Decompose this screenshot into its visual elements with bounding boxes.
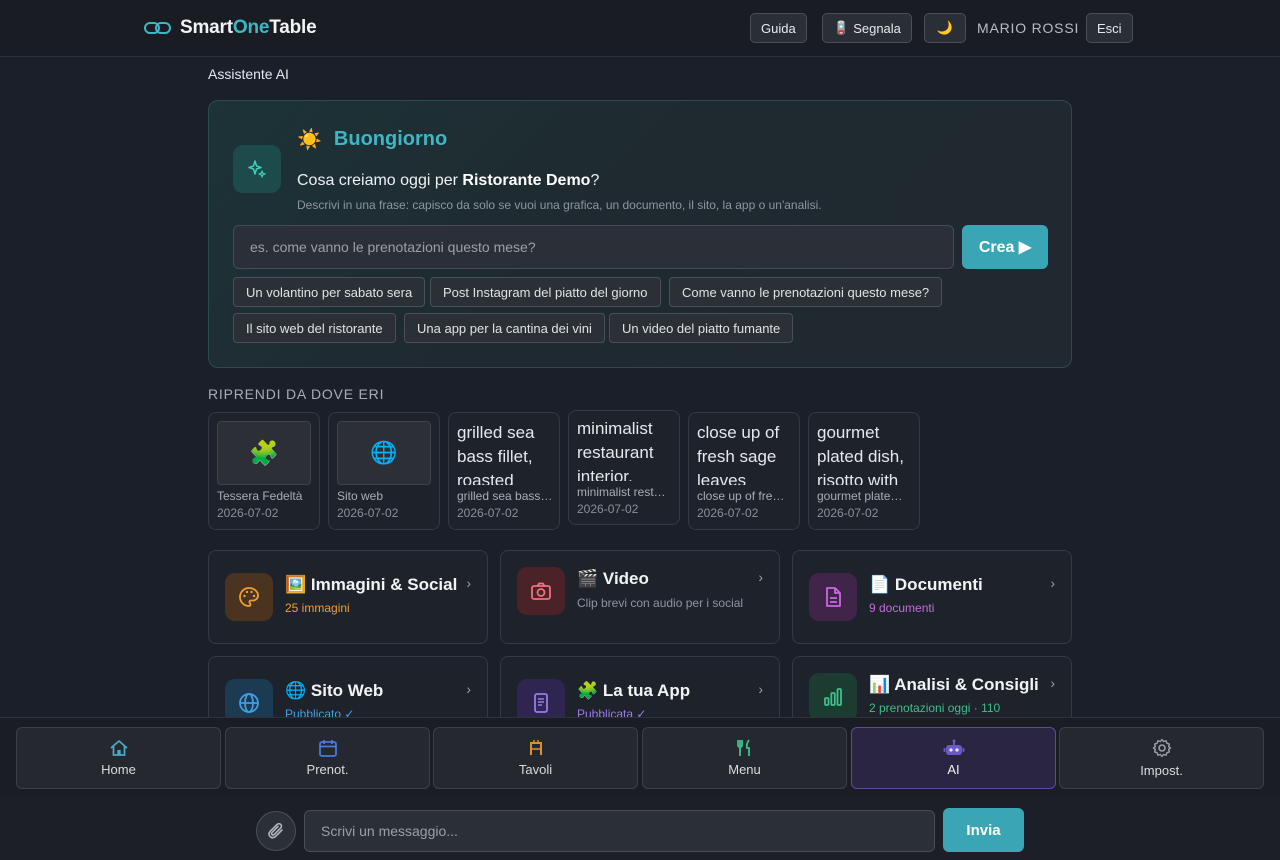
greeting-title: Buongiorno (333, 128, 448, 150)
broken-image-thumbnail: grilled sea bass fillet, roasted (457, 423, 535, 485)
chevron-right-icon: › (466, 681, 471, 697)
create-button[interactable]: Crea ▶ (962, 225, 1048, 269)
chevron-right-icon: › (1050, 575, 1055, 591)
recent-item[interactable]: gourmet plated dish, risotto with gourme… (808, 412, 920, 530)
recent-item[interactable]: minimalist restaurant interior, sage min… (568, 410, 680, 525)
brand-logo-icon (144, 22, 171, 34)
recent-item[interactable]: close up of fresh sage leaves close up o… (688, 412, 800, 530)
globe-icon: 🌐 (337, 421, 431, 485)
chat-message-input[interactable] (304, 810, 935, 852)
sun-icon: ☀️ (297, 129, 322, 151)
suggestion-chip[interactable]: Il sito web del ristorante (233, 313, 396, 343)
nav-bookings[interactable]: Prenot. (225, 727, 430, 789)
nav-menu[interactable]: Menu (642, 727, 847, 789)
nav-home[interactable]: Home (16, 727, 221, 789)
chevron-right-icon: › (1050, 675, 1055, 691)
ai-create-panel: ☀️ Buongiorno Cosa creiamo oggi per Rist… (208, 100, 1072, 368)
category-title: 🧩 La tua App (577, 681, 691, 700)
sparkle-icon (233, 145, 281, 193)
chat-bar: Invia (0, 798, 1280, 860)
category-card-images[interactable]: 🖼️ Immagini & Social 25 immagini › (208, 550, 488, 644)
moon-icon: 🌙 (936, 20, 954, 35)
nav-tables[interactable]: Tavoli (433, 727, 638, 789)
report-icon: 🪫 (833, 20, 850, 35)
broken-image-thumbnail: minimalist restaurant interior, sage (577, 419, 654, 481)
nav-ai[interactable]: AI (851, 727, 1056, 789)
hero-question: Cosa creiamo oggi per Ristorante Demo? (297, 172, 600, 189)
bottom-navigation: Home Prenot. Tavoli Menu AI Impost. (0, 717, 1280, 797)
recent-item[interactable]: grilled sea bass fillet, roasted grilled… (448, 412, 560, 530)
recent-item[interactable]: 🌐 Sito web 2026-07-02 (328, 412, 440, 530)
restaurant-name: Ristorante Demo (462, 172, 591, 189)
broken-image-thumbnail: gourmet plated dish, risotto with (817, 423, 904, 485)
chevron-right-icon: › (758, 569, 763, 585)
document-icon (809, 573, 857, 621)
suggestion-chip[interactable]: Come vanno le prenotazioni questo mese? (669, 277, 943, 307)
category-card-documents[interactable]: 📄 Documenti 9 documenti › (792, 550, 1072, 644)
category-subtitle: 2 prenotazioni oggi · 110 (869, 701, 1001, 715)
brand-name: SmartOneTable (180, 17, 317, 38)
calendar-icon (318, 740, 337, 757)
puzzle-icon: 🧩 (217, 421, 311, 485)
logout-button[interactable]: Esci (1086, 13, 1133, 43)
recent-section-title: RIPRENDI DA DOVE ERI (208, 386, 385, 402)
guide-button[interactable]: Guida (750, 13, 807, 43)
table-icon (529, 740, 542, 755)
recent-item[interactable]: 🧩 Tessera Fedeltà 2026-07-02 (208, 412, 320, 530)
attach-button[interactable] (256, 811, 296, 851)
broken-image-thumbnail: close up of fresh sage leaves (697, 423, 780, 485)
bar-chart-icon (809, 673, 857, 721)
fork-knife-icon (736, 739, 750, 756)
brand[interactable]: SmartOneTable (144, 16, 317, 40)
theme-toggle-button[interactable]: 🌙 (924, 13, 966, 43)
suggestion-chip[interactable]: Una app per la cantina dei vini (404, 313, 605, 343)
suggestion-chip[interactable]: Post Instagram del piatto del giorno (430, 277, 661, 307)
chevron-right-icon: › (758, 681, 763, 697)
category-subtitle: Clip brevi con audio per i social (577, 596, 744, 610)
palette-icon (225, 573, 273, 621)
camera-icon (517, 567, 565, 615)
suggestion-chip[interactable]: Un volantino per sabato sera (233, 277, 426, 307)
suggestion-chip[interactable]: Un video del piatto fumante (609, 313, 794, 343)
category-title: 🌐 Sito Web (285, 681, 384, 700)
send-button[interactable]: Invia (943, 808, 1024, 852)
page-title: Assistente AI (208, 66, 289, 82)
home-icon (109, 740, 128, 756)
paperclip-icon (268, 822, 283, 839)
category-subtitle: 25 immagini (285, 601, 350, 615)
category-title: 🎬 Video (577, 569, 649, 588)
category-title: 📊 Analisi & Consigli (869, 675, 1039, 694)
top-bar: SmartOneTable Guida 🪫 Segnala 🌙 MARIO RO… (0, 0, 1280, 57)
category-title: 🖼️ Immagini & Social (285, 575, 458, 594)
create-prompt-input[interactable] (233, 225, 954, 269)
hero-subtitle: Descrivi in una frase: capisco da solo s… (297, 198, 822, 212)
robot-icon (943, 739, 964, 755)
report-button[interactable]: 🪫 Segnala (822, 13, 912, 43)
category-card-video[interactable]: 🎬 Video Clip brevi con audio per i socia… (500, 550, 780, 644)
category-title: 📄 Documenti (869, 575, 983, 594)
chevron-right-icon: › (466, 575, 471, 591)
gear-icon (1152, 738, 1171, 758)
nav-settings[interactable]: Impost. (1059, 727, 1264, 789)
greeting: ☀️ Buongiorno (297, 127, 447, 152)
category-subtitle: 9 documenti (869, 601, 935, 615)
user-name: MARIO ROSSI (977, 20, 1080, 36)
